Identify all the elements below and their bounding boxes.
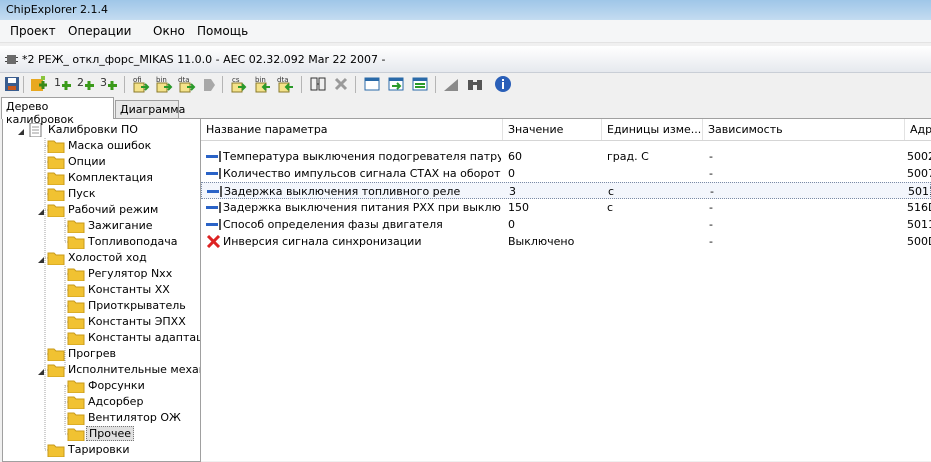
toolbar-separator [222,76,223,93]
compare-icon[interactable] [309,75,327,93]
table-row[interactable]: Температура выключения подогревателя пат… [201,148,931,165]
folder-icon [67,283,85,298]
toolbar-separator [124,76,125,93]
flag-off-icon [206,234,222,249]
export-ofi-icon[interactable]: ofi [132,75,150,93]
table-row[interactable]: Способ определения фазы двигателя 0 - 50… [201,216,931,233]
save-icon[interactable] [3,75,21,93]
add-one-icon[interactable]: 1 [54,75,72,93]
collapse-actuators-icon[interactable] [37,366,45,375]
folder-icon [47,187,65,202]
parameter-icon [206,150,222,163]
collapse-working-mode-icon[interactable] [37,206,45,215]
toolbar-separator [435,76,436,93]
window-grid-icon[interactable] [411,75,429,93]
graph-icon[interactable] [442,75,460,93]
parameter-table: Название параметра Значение Единицы изме… [201,118,931,461]
svg-text:3: 3 [100,76,107,89]
export-dta-icon[interactable]: dta [178,75,196,93]
column-header-name[interactable]: Название параметра [201,119,503,140]
collapse-idle-icon[interactable] [37,254,45,263]
document-bar: *2 РЕЖ_ откл_форс_MIKAS 11.0.0 - AEC 02.… [0,46,931,73]
folder-icon [67,427,85,442]
folder-icon [47,443,65,458]
column-header-address[interactable]: Адре [905,119,931,140]
collapse-root-icon[interactable] [17,126,25,135]
folder-icon [67,219,85,234]
folder-icon [67,331,85,346]
folder-icon [47,363,65,378]
folder-icon [67,267,85,282]
parameter-icon [207,185,223,198]
svg-text:1: 1 [54,76,61,89]
toolbar: 1 2 3 ofi bin dta cs bin dta [0,73,931,97]
table-row-selected[interactable]: Задержка выключения топливного реле 3 с … [201,182,931,199]
toolbar-separator [301,76,302,93]
import-dta-icon[interactable]: dta [277,75,295,93]
left-panel-tabs: Дерево калибровок Диаграмма [0,97,200,126]
menu-help[interactable]: Помощь [197,24,248,38]
svg-text:2: 2 [77,76,84,89]
folder-icon [47,155,65,170]
folder-icon [47,251,65,266]
column-header-unit[interactable]: Единицы изме... [602,119,703,140]
folder-icon [67,235,85,250]
parameter-icon [206,218,222,231]
menu-operations[interactable]: Операции [68,24,131,38]
folder-icon [67,315,85,330]
column-header-value[interactable]: Значение [503,119,602,140]
document-title: *2 РЕЖ_ откл_форс_MIKAS 11.0.0 - AEC 02.… [22,53,386,66]
disabled-close-icon[interactable] [332,75,350,93]
export-bin-icon[interactable]: bin [155,75,173,93]
parameter-icon [206,201,222,214]
checksum-icon[interactable]: cs [230,75,248,93]
column-header-dependency[interactable]: Зависимость [703,119,905,140]
table-row[interactable]: Количество импульсов сигнала СТАХ на обо… [201,165,931,182]
toolbar-separator [355,76,356,93]
table-row[interactable]: Задержка выключения питания РХХ при выкл… [201,199,931,216]
table-header: Название параметра Значение Единицы изме… [201,119,931,141]
folder-icon [47,171,65,186]
window-titlebar: ChipExplorer 2.1.4 [0,0,931,20]
tab-calibration-tree[interactable]: Дерево калибровок [1,97,114,126]
tab-diagram[interactable]: Диаграмма [115,100,185,119]
menu-project[interactable]: Проект [10,24,56,38]
disabled-export-icon[interactable] [200,75,218,93]
menu-window[interactable]: Окно [153,24,185,38]
info-icon[interactable] [494,75,512,93]
add-three-icon[interactable]: 3 [100,75,118,93]
folder-icon [47,203,65,218]
window-icon[interactable] [363,75,381,93]
folder-icon [47,347,65,362]
folder-icon [47,139,65,154]
parameter-icon [206,167,222,180]
app-title: ChipExplorer 2.1.4 [6,3,108,16]
add-two-icon[interactable]: 2 [77,75,95,93]
folder-icon [67,379,85,394]
import-bin-icon[interactable]: bin [254,75,272,93]
table-row[interactable]: Инверсия сигнала синхронизации Выключено… [201,233,931,250]
calibration-tree: Калибровки ПО Маска ошибок Опции Комплек… [2,118,201,462]
window-arrow-icon[interactable] [387,75,405,93]
folder-icon [67,411,85,426]
binoculars-icon[interactable] [466,75,484,93]
folder-icon [67,299,85,314]
menu-bar: Проект Операции Окно Помощь [0,20,931,43]
folder-icon [67,395,85,410]
chip-icon [5,53,18,69]
toolbar-separator [23,76,24,93]
add-folder-icon[interactable] [30,75,48,93]
